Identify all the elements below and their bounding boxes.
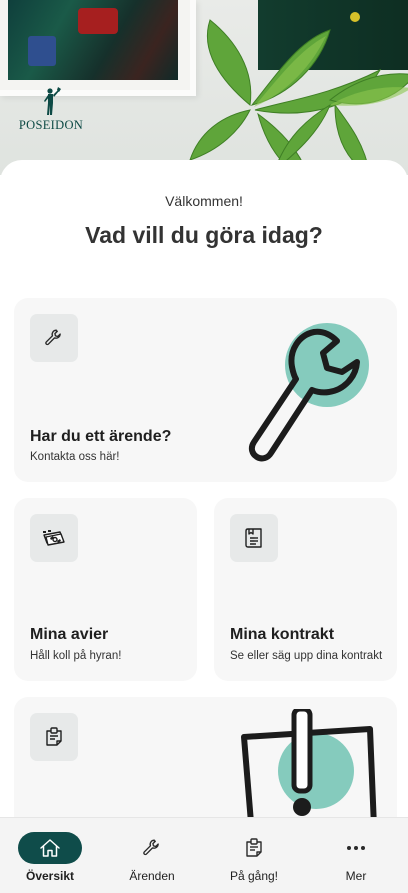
brand-name: POSEIDON xyxy=(18,118,84,132)
clipboard-icon xyxy=(46,727,62,746)
wrench-illustration-icon xyxy=(248,323,369,462)
poseidon-figure-icon xyxy=(44,87,61,115)
card-contracts-icon-tile xyxy=(230,514,278,562)
hero-banner: POSEIDON xyxy=(0,0,408,175)
card-contracts-title: Mina kontrakt xyxy=(230,626,335,643)
welcome-text: Välkommen! xyxy=(165,193,243,209)
nav-item-errands[interactable]: Ärenden xyxy=(102,818,204,893)
nav-more-pill xyxy=(324,832,388,864)
card-contracts[interactable]: Mina kontrakt Se eller säg upp dina kont… xyxy=(214,498,397,681)
nav-item-overview[interactable]: Översikt xyxy=(0,818,102,893)
nav-upcoming-pill xyxy=(222,832,286,864)
card-notices[interactable]: Mina avier Håll koll på hyran! xyxy=(14,498,197,681)
bottom-navigation: Översikt Ärenden På gång! Mer xyxy=(0,817,408,893)
money-icon xyxy=(43,530,65,546)
nav-errands-pill xyxy=(120,832,184,864)
wrench-icon xyxy=(143,839,159,856)
nav-upcoming-label: På gång! xyxy=(229,869,279,883)
hero-plant-image xyxy=(189,19,408,175)
nav-item-upcoming[interactable]: På gång! xyxy=(204,818,306,893)
page-title: Vad vill du göra idag? xyxy=(85,222,323,248)
nav-item-more[interactable]: Mer xyxy=(306,818,408,893)
card-notices-subtitle: Håll koll på hyran! xyxy=(30,650,122,662)
card-notices-icon-tile xyxy=(30,514,78,562)
card-errand[interactable]: Har du ett ärende? Kontakta oss här! xyxy=(14,298,397,482)
card-contracts-subtitle: Se eller säg upp dina kontrakt xyxy=(230,650,383,662)
nav-overview-pill xyxy=(18,832,82,864)
document-icon xyxy=(245,528,262,548)
card-notices-title: Mina avier xyxy=(30,626,109,643)
card-news-icon-tile xyxy=(30,713,78,761)
more-icon xyxy=(347,846,365,850)
nav-more-label: Mer xyxy=(345,869,367,883)
nav-overview-label: Översikt xyxy=(25,869,75,883)
brand-logo: POSEIDON xyxy=(18,86,84,133)
card-news[interactable] xyxy=(14,697,397,837)
card-errand-title: Har du ett ärende? xyxy=(30,428,172,445)
card-errand-subtitle: Kontakta oss här! xyxy=(30,451,120,463)
clipboard-icon xyxy=(246,838,262,857)
home-icon xyxy=(40,839,60,857)
nav-errands-label: Ärenden xyxy=(129,869,175,883)
hero-picture-frame xyxy=(0,0,196,96)
wrench-icon xyxy=(45,329,61,346)
card-errand-icon-tile xyxy=(30,314,78,362)
